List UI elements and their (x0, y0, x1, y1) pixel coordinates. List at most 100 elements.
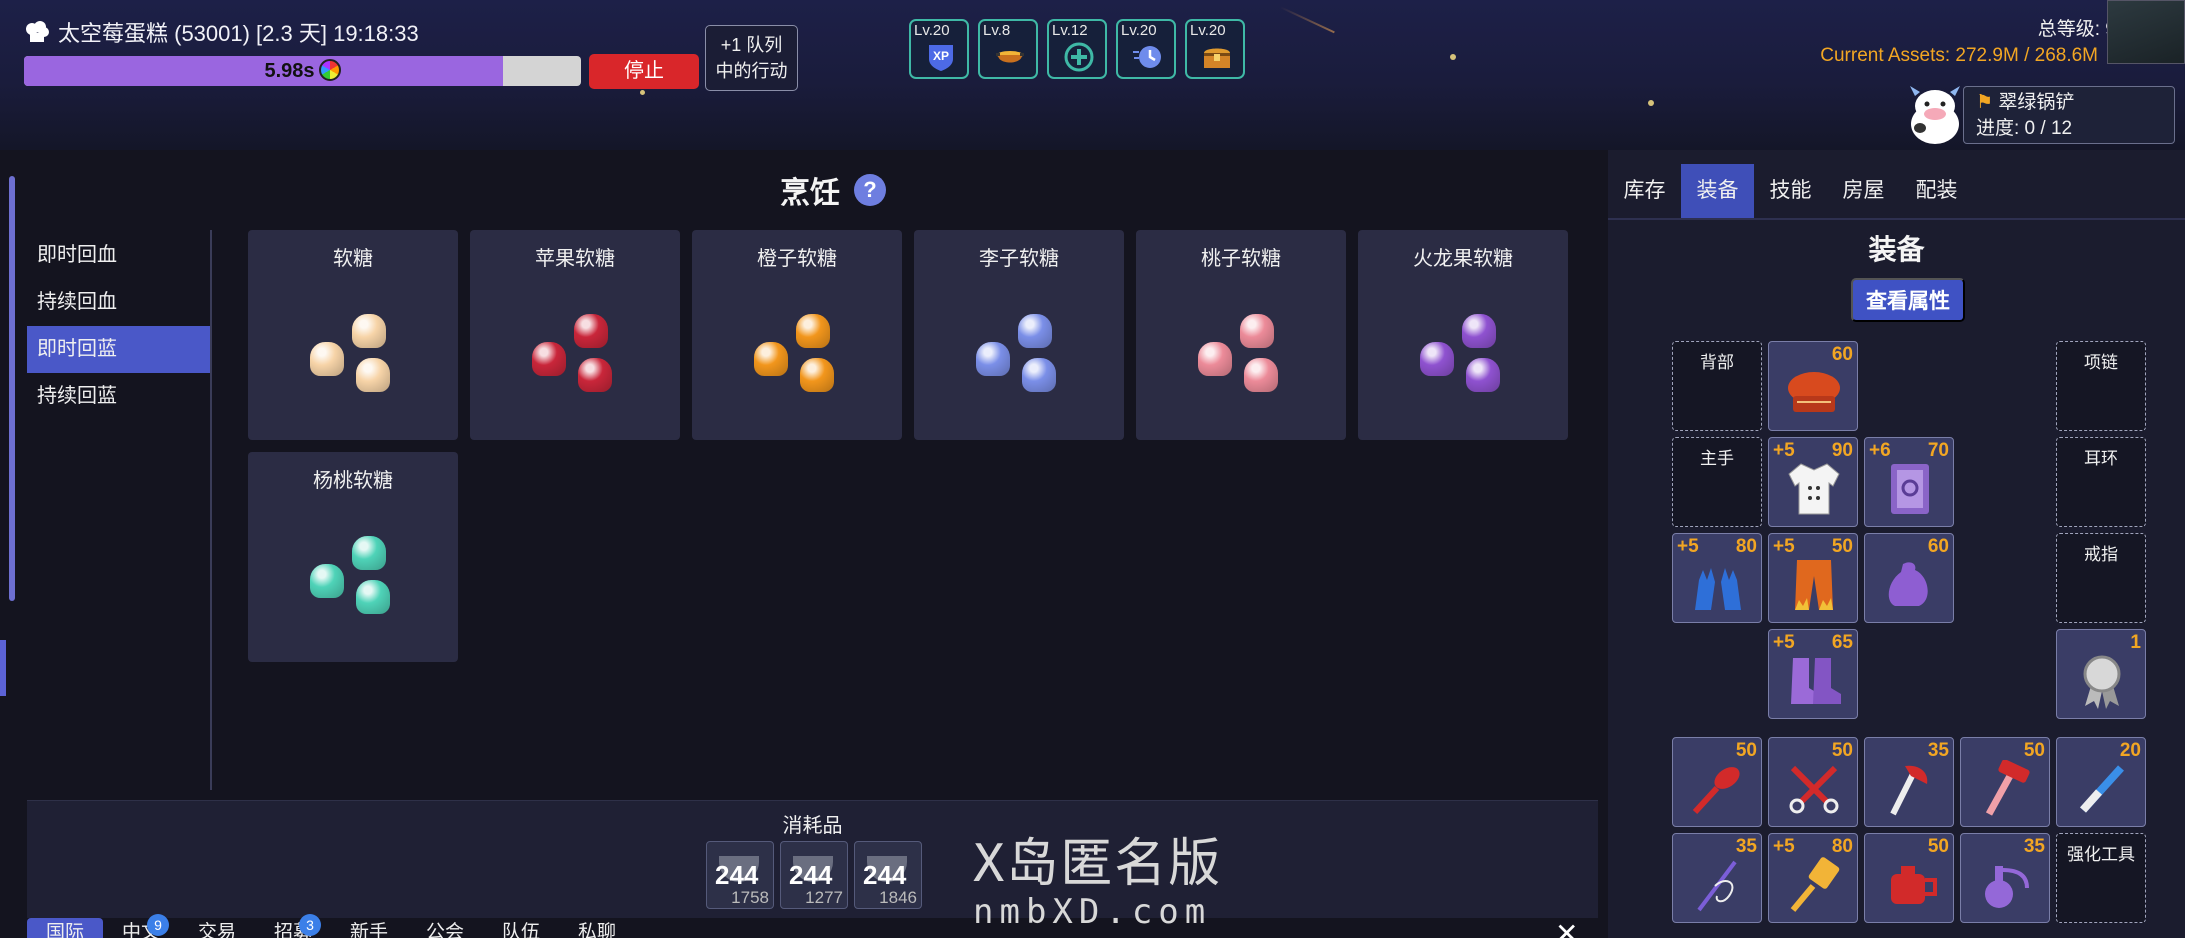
tool-slot[interactable]: +5 80 (1768, 833, 1858, 923)
category-list: 即时回血 持续回血 即时回蓝 持续回蓝 (27, 232, 210, 420)
consumable-count: 244 (715, 860, 759, 890)
tab-skills[interactable]: 技能 (1754, 164, 1827, 218)
slot-label: 主手 (1700, 449, 1734, 468)
gummy-piece (574, 314, 608, 348)
tool-slot[interactable]: 35 (1864, 737, 1954, 827)
slot-ring[interactable]: 戒指 (2056, 533, 2146, 623)
category-item[interactable]: 持续回血 (27, 279, 210, 326)
chat-tab-label: 私聊 (577, 922, 616, 938)
skill-badge-total-xp[interactable]: Lv.20 XP (909, 19, 969, 79)
player-avatar[interactable] (2107, 0, 2185, 64)
category-item-active[interactable]: 即时回蓝 (27, 326, 210, 373)
queue-button-line2: 中的行动 (715, 61, 788, 81)
slot-head[interactable]: 60 (1768, 341, 1858, 431)
chat-tab[interactable]: 私聊 (559, 918, 635, 938)
queue-action-button[interactable]: +1 队列 中的行动 (705, 25, 798, 91)
chat-tab[interactable]: 招募 3 (255, 914, 331, 938)
tool-slot[interactable]: 35 (1672, 833, 1762, 923)
gummy-piece (356, 580, 390, 614)
tool-slot[interactable]: 50 (1768, 737, 1858, 827)
tool-slot[interactable]: 20 (2056, 737, 2146, 827)
skill-badge-cooking[interactable]: Lv.8 (978, 19, 1038, 79)
item-level: 35 (2023, 836, 2045, 857)
slot-enhance-tool[interactable]: 强化工具 (2056, 833, 2146, 923)
chisel-icon (2080, 765, 2124, 813)
left-edge-marker (0, 640, 6, 696)
item-level: 80 (1831, 836, 1853, 857)
skill-level: Lv.20 (1190, 22, 1226, 39)
slot-necklace[interactable]: 项链 (2056, 341, 2146, 431)
gummy-piece (1466, 358, 1500, 392)
enhance-level: +5 (1773, 536, 1795, 557)
enhance-level: +5 (1773, 836, 1795, 857)
slot-charm[interactable]: 1 (2056, 629, 2146, 719)
recipe-name: 杨桃软糖 (313, 470, 393, 492)
consumables-bar: 消耗品 244 1758 244 1277 244 1846 (27, 800, 1598, 918)
help-icon[interactable]: ? (854, 174, 886, 206)
equipment-title: 装备 (1868, 234, 1925, 265)
slot-body[interactable]: +5 90 (1768, 437, 1858, 527)
skill-level: Lv.20 (914, 22, 950, 39)
skill-badge-speed[interactable]: Lv.20 (1116, 19, 1176, 79)
category-item[interactable]: 即时回血 (27, 232, 210, 279)
recipe-card[interactable]: 苹果软糖 (470, 230, 680, 440)
recipe-card[interactable]: 火龙果软糖 (1358, 230, 1568, 440)
skill-level: Lv.12 (1052, 22, 1088, 39)
boots-icon (1791, 658, 1841, 704)
xp-shield-icon: XP (929, 45, 953, 71)
consumable-slot[interactable]: 244 1277 (780, 841, 848, 909)
item-level: 20 (2119, 740, 2141, 761)
consumable-slot[interactable]: 244 1758 (706, 841, 774, 909)
left-scrollbar[interactable] (9, 176, 15, 601)
category-item[interactable]: 持续回蓝 (27, 373, 210, 420)
chat-tab[interactable]: 中文 9 (103, 914, 179, 938)
slot-feet[interactable]: +5 65 (1768, 629, 1858, 719)
recipe-card[interactable]: 橙子软糖 (692, 230, 902, 440)
consumable-slot[interactable]: 244 1846 (854, 841, 922, 909)
chat-tab[interactable]: 新手 (331, 918, 407, 938)
tab-loadout[interactable]: 配装 (1900, 164, 1973, 218)
top-bar: 太空莓蛋糕 (53001) [2.3 天] 19:18:33 5.98s 停止 … (0, 0, 2185, 150)
slot-earrings[interactable]: 耳环 (2056, 437, 2146, 527)
action-progress-bar: 5.98s (24, 56, 581, 86)
gummy-piece (578, 358, 612, 392)
tool-slot[interactable]: 50 (1864, 833, 1954, 923)
consumable-count: 244 (789, 860, 833, 890)
tool-slot[interactable]: 50 (1960, 737, 2050, 827)
chat-tab[interactable]: 交易 (179, 918, 255, 938)
gummy-piece (1198, 342, 1232, 376)
view-stats-button[interactable]: 查看属性 (1851, 278, 1965, 322)
slot-back[interactable]: 背部 (1672, 341, 1762, 431)
current-item-box[interactable]: ⚑ 翠绿锅铲 进度: 0 / 12 (1963, 86, 2175, 144)
slot-main-hand[interactable]: 主手 (1672, 437, 1762, 527)
chat-tab[interactable]: 队伍 (483, 918, 559, 938)
collapse-chat-icon[interactable]: ✕ (1555, 920, 1578, 938)
enhance-level: +5 (1773, 440, 1795, 461)
action-time-remaining: 5.98s (264, 60, 315, 82)
tool-slot[interactable]: 50 (1672, 737, 1762, 827)
gummy-piece (356, 358, 390, 392)
tool-slot[interactable]: 35 (1960, 833, 2050, 923)
item-level: 1 (2130, 632, 2141, 653)
background-star (1648, 100, 1654, 106)
recipe-card[interactable]: 李子软糖 (914, 230, 1124, 440)
slot-legs[interactable]: +5 50 (1768, 533, 1858, 623)
skill-badge-wisdom[interactable]: Lv.20 (1185, 19, 1245, 79)
recipe-name: 软糖 (333, 248, 373, 270)
chat-tab[interactable]: 公会 (407, 918, 483, 938)
stop-action-button[interactable]: 停止 (589, 54, 699, 89)
hammer-icon (1985, 760, 2030, 816)
gummy-piece (352, 314, 386, 348)
recipe-card[interactable]: 桃子软糖 (1136, 230, 1346, 440)
recipe-card[interactable]: 软糖 (248, 230, 458, 440)
slot-hands[interactable]: +5 80 (1672, 533, 1762, 623)
slot-pouch[interactable]: 60 (1864, 533, 1954, 623)
chat-tab[interactable]: 国际 (27, 918, 103, 938)
pouch-icon (1888, 562, 1928, 606)
tab-house[interactable]: 房屋 (1827, 164, 1900, 218)
slot-off-hand[interactable]: +6 70 (1864, 437, 1954, 527)
tab-inventory[interactable]: 库存 (1608, 164, 1681, 218)
recipe-card[interactable]: 杨桃软糖 (248, 452, 458, 662)
skill-badge-stamina[interactable]: Lv.12 (1047, 19, 1107, 79)
tab-equipment[interactable]: 装备 (1681, 164, 1754, 218)
